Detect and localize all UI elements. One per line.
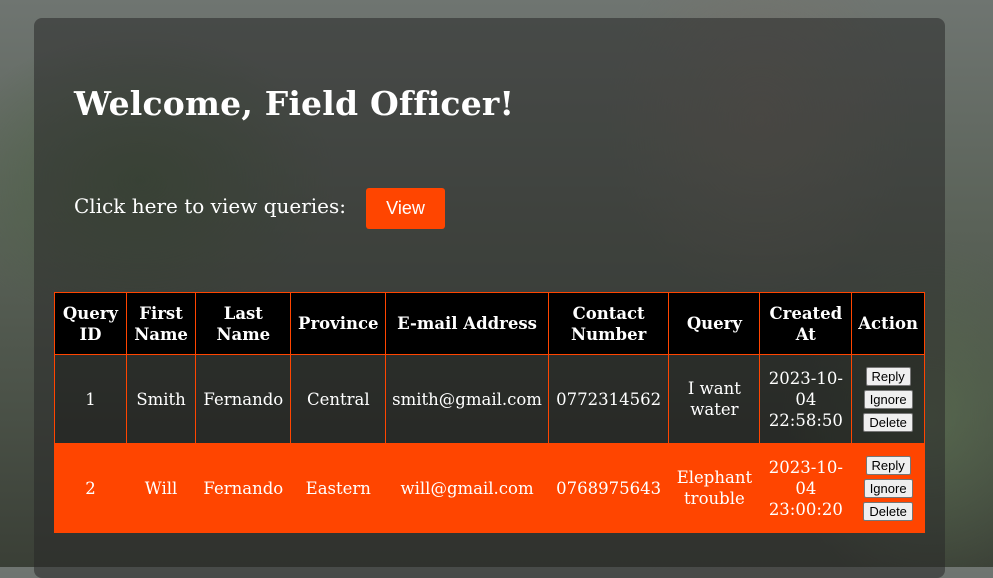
table-row: 2 Will Fernando Eastern will@gmail.com 0… — [54, 443, 925, 533]
column-header-province: Province — [290, 292, 387, 355]
page-title: Welcome, Field Officer! — [74, 84, 515, 123]
action-buttons: Reply Ignore Delete — [858, 455, 918, 521]
cell-first-name: Smith — [125, 354, 197, 444]
delete-button[interactable]: Delete — [863, 501, 913, 521]
cell-query: I want water — [668, 354, 761, 444]
column-header-query: Query — [668, 292, 761, 355]
view-queries-prompt: Click here to view queries: — [74, 194, 347, 218]
action-buttons: Reply Ignore Delete — [858, 366, 918, 432]
column-header-contact-number: Contact Number — [547, 292, 670, 355]
cell-last-name: Fernando — [195, 443, 292, 533]
cell-first-name: Will — [125, 443, 197, 533]
cell-email: smith@gmail.com — [385, 354, 549, 444]
cell-action: Reply Ignore Delete — [851, 354, 925, 444]
cell-province: Central — [290, 354, 387, 444]
table-row: 1 Smith Fernando Central smith@gmail.com… — [54, 354, 925, 444]
cell-query: Elephant trouble — [668, 443, 761, 533]
cell-contact-number: 0772314562 — [547, 354, 670, 444]
table-header-row: Query ID First Name Last Name Province E… — [54, 292, 925, 355]
column-header-created-at: Created At — [759, 292, 853, 355]
cell-created-at: 2023-10-04 23:00:20 — [759, 443, 853, 533]
cell-last-name: Fernando — [195, 354, 292, 444]
cell-contact-number: 0768975643 — [547, 443, 670, 533]
cell-created-at: 2023-10-04 22:58:50 — [759, 354, 853, 444]
queries-table: Query ID First Name Last Name Province E… — [54, 292, 925, 533]
column-header-query-id: Query ID — [54, 292, 127, 355]
column-header-action: Action — [851, 292, 925, 355]
column-header-first-name: First Name — [125, 292, 197, 355]
cell-province: Eastern — [290, 443, 387, 533]
reply-button[interactable]: Reply — [865, 366, 911, 386]
cell-query-id: 2 — [54, 443, 127, 533]
column-header-email: E-mail Address — [385, 292, 549, 355]
ignore-button[interactable]: Ignore — [863, 478, 913, 498]
cell-email: will@gmail.com — [385, 443, 549, 533]
cell-query-id: 1 — [54, 354, 127, 444]
delete-button[interactable]: Delete — [863, 412, 913, 432]
column-header-last-name: Last Name — [195, 292, 292, 355]
cell-action: Reply Ignore Delete — [851, 443, 925, 533]
reply-button[interactable]: Reply — [865, 455, 911, 475]
view-button[interactable]: View — [366, 188, 445, 229]
ignore-button[interactable]: Ignore — [863, 389, 913, 409]
